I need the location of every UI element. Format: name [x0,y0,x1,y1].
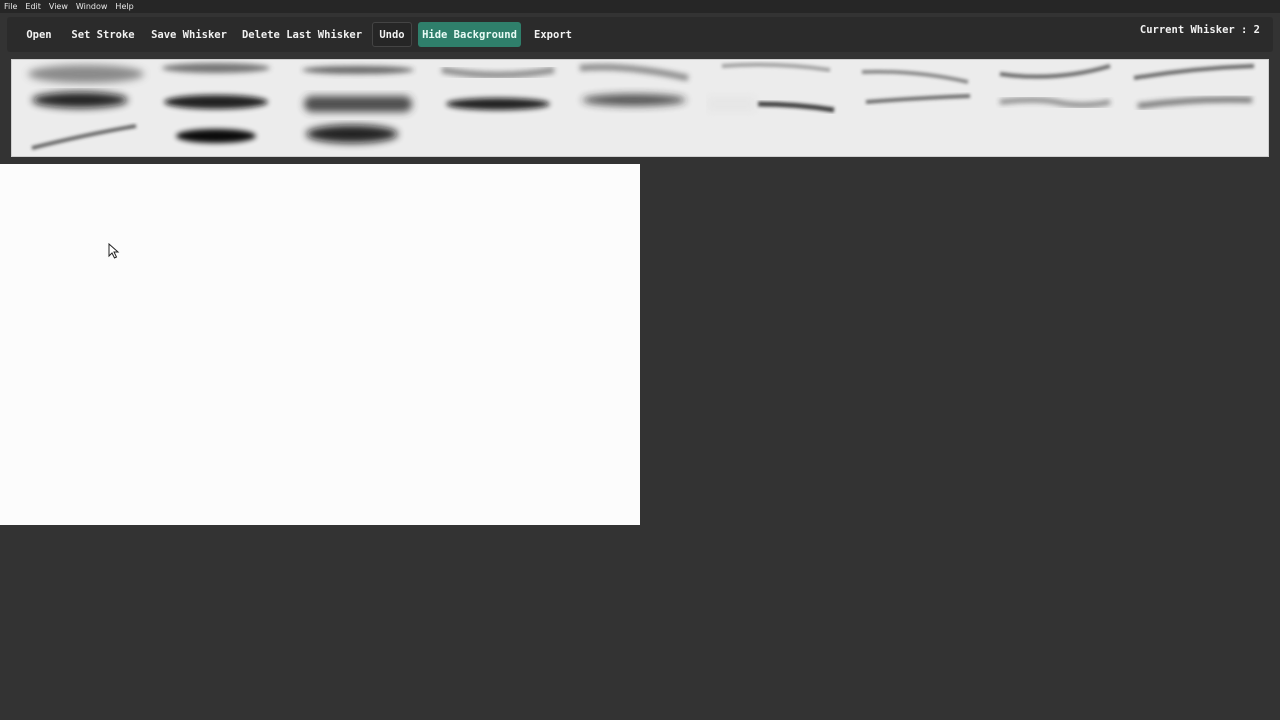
arrow-pointer-icon [108,243,120,259]
drawing-canvas[interactable] [0,164,640,525]
current-whisker-status: Current Whisker : 2 [1139,24,1260,36]
undo-button[interactable]: Undo [372,22,412,47]
menu-window[interactable]: Window [76,0,108,13]
open-button[interactable]: Open [19,22,59,47]
toolbar: Open Set Stroke Save Whisker Delete Last… [7,17,1273,52]
menu-bar: File Edit View Window Help [0,0,1280,13]
whisker-thumbnail[interactable] [148,88,284,120]
whisker-thumbnail[interactable] [986,88,1122,120]
whisker-thumbnail[interactable] [290,120,426,152]
whisker-thumbnail[interactable] [566,86,702,118]
menu-help[interactable]: Help [115,0,133,13]
whisker-thumbnail[interactable] [706,60,842,92]
whisker-thumbnail[interactable] [290,60,426,92]
save-whisker-button[interactable]: Save Whisker [147,22,231,47]
whisker-thumbnail[interactable] [430,90,566,122]
delete-last-whisker-button[interactable]: Delete Last Whisker [239,22,365,47]
whisker-thumbnail[interactable] [706,90,842,122]
whisker-thumbnail[interactable] [1124,88,1260,120]
whisker-thumbnail[interactable] [18,122,154,154]
menu-file[interactable]: File [4,0,17,13]
set-stroke-button[interactable]: Set Stroke [67,22,139,47]
whisker-thumbnail[interactable] [846,86,982,118]
menu-view[interactable]: View [49,0,68,13]
whisker-thumbnail[interactable] [430,60,566,92]
whisker-library-strip [11,59,1269,157]
menu-edit[interactable]: Edit [25,0,41,13]
hide-background-button[interactable]: Hide Background [418,22,521,47]
export-button[interactable]: Export [529,22,577,47]
whisker-thumbnail[interactable] [18,88,154,120]
whisker-thumbnail[interactable] [290,90,426,122]
whisker-thumbnail[interactable] [148,122,284,154]
